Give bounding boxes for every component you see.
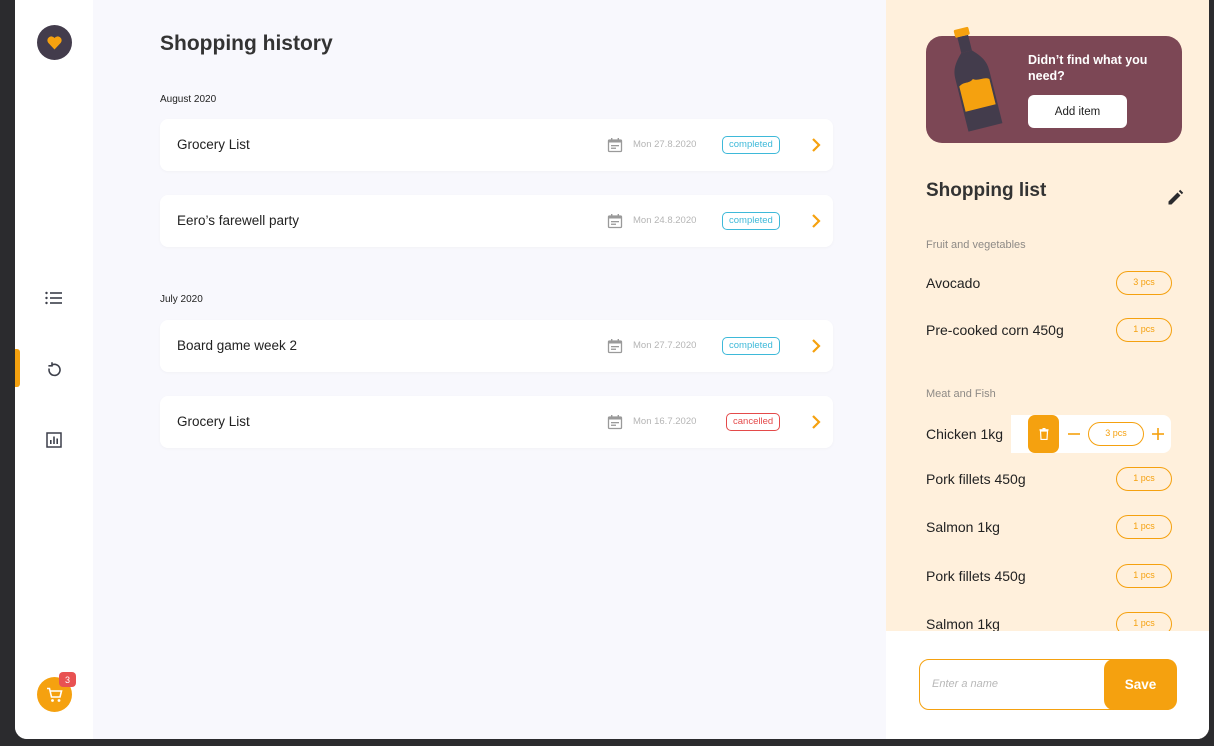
- quantity-pill[interactable]: 1 pcs: [1116, 467, 1172, 491]
- history-card[interactable]: Grocery List Mon 16.7.2020 cancelled: [160, 396, 833, 448]
- list-icon: [45, 291, 62, 305]
- history-card[interactable]: Board game week 2 Mon 27.7.2020 complete…: [160, 320, 833, 372]
- chevron-right-icon[interactable]: [808, 338, 824, 354]
- list-item[interactable]: Avocado 3 pcs: [926, 267, 1172, 299]
- history-card[interactable]: Eero’s farewell party Mon 24.8.2020 comp…: [160, 195, 833, 247]
- status-badge: completed: [722, 136, 780, 154]
- history-card[interactable]: Grocery List Mon 27.8.2020 completed: [160, 119, 833, 171]
- calendar-icon: [607, 415, 623, 430]
- decrease-quantity-button[interactable]: [1066, 424, 1082, 444]
- save-button[interactable]: Save: [1104, 658, 1177, 710]
- chevron-right-icon[interactable]: [808, 213, 824, 229]
- edit-pencil-icon[interactable]: [1166, 189, 1184, 207]
- heart-logo-icon[interactable]: [37, 22, 75, 60]
- item-name: Chicken 1kg: [926, 415, 1012, 453]
- quantity-pill[interactable]: 3 pcs: [1116, 271, 1172, 295]
- save-list-area: Save: [886, 631, 1209, 739]
- app-window: 3 Shopping history August 2020 Grocery L…: [15, 0, 1209, 739]
- quantity-pill[interactable]: 1 pcs: [1116, 612, 1172, 631]
- list-date: Mon 16.7.2020: [633, 416, 697, 427]
- list-name: Grocery List: [177, 137, 250, 152]
- list-item[interactable]: Pork fillets 450g 1 pcs: [926, 560, 1172, 592]
- shopping-list-title: Shopping list: [926, 180, 1047, 201]
- list-item[interactable]: Pork fillets 450g 1 pcs: [926, 463, 1172, 495]
- bottle-illustration-icon: [953, 26, 1003, 132]
- item-name: Salmon 1kg: [926, 616, 1000, 631]
- delete-item-button[interactable]: [1028, 415, 1059, 453]
- quantity-pill[interactable]: 1 pcs: [1116, 515, 1172, 539]
- trash-icon: [1039, 428, 1048, 440]
- add-item-promo: Didn’t find what you need? Add item: [926, 26, 1182, 143]
- chevron-right-icon[interactable]: [808, 137, 824, 153]
- history-icon: [48, 361, 61, 376]
- main-content: Shopping history August 2020 Grocery Lis…: [93, 0, 886, 739]
- calendar-icon: [607, 138, 623, 153]
- page-title: Shopping history: [160, 32, 333, 55]
- shopping-list-panel: Didn’t find what you need? Add item Shop…: [886, 0, 1209, 739]
- quantity-pill[interactable]: 1 pcs: [1116, 564, 1172, 588]
- list-name-field: Save: [919, 658, 1177, 710]
- nav-history-button[interactable]: [15, 349, 93, 389]
- cart-count-badge: 3: [59, 672, 76, 687]
- cart-icon: [47, 687, 63, 702]
- increase-quantity-button[interactable]: [1150, 424, 1166, 444]
- list-item[interactable]: Pre-cooked corn 450g 1 pcs: [926, 314, 1172, 346]
- chevron-right-icon[interactable]: [808, 414, 824, 430]
- category-label: Fruit and vegetables: [926, 239, 1026, 251]
- month-label: July 2020: [160, 294, 203, 305]
- calendar-icon: [607, 214, 623, 229]
- list-name: Eero’s farewell party: [177, 213, 300, 228]
- list-name-input[interactable]: [932, 660, 1102, 708]
- list-date: Mon 27.8.2020: [633, 139, 697, 150]
- nav-stats-button[interactable]: [15, 420, 93, 460]
- stats-icon: [46, 432, 62, 448]
- item-name: Pork fillets 450g: [926, 568, 1026, 584]
- item-name: Pork fillets 450g: [926, 471, 1026, 487]
- shopping-list-items[interactable]: Fruit and vegetables Avocado 3 pcs Pre-c…: [886, 225, 1209, 631]
- item-name: Avocado: [926, 275, 981, 291]
- quantity-pill[interactable]: 1 pcs: [1116, 318, 1172, 342]
- list-date: Mon 27.7.2020: [633, 340, 697, 351]
- list-item[interactable]: Salmon 1kg 1 pcs: [926, 608, 1172, 631]
- add-item-button[interactable]: Add item: [1028, 95, 1127, 128]
- list-name: Grocery List: [177, 414, 250, 429]
- item-name: Salmon 1kg: [926, 519, 1000, 535]
- list-item-editing[interactable]: Chicken 1kg 3 pcs: [926, 415, 1171, 453]
- month-label: August 2020: [160, 94, 217, 105]
- heart-icon: [47, 36, 62, 50]
- list-item[interactable]: Salmon 1kg 1 pcs: [926, 511, 1172, 543]
- calendar-icon: [607, 339, 623, 354]
- status-badge: completed: [722, 212, 780, 230]
- list-date: Mon 24.8.2020: [633, 215, 697, 226]
- status-badge: cancelled: [726, 413, 781, 431]
- sidebar: 3: [15, 0, 93, 739]
- sparkle-icon: [65, 22, 75, 32]
- item-name: Pre-cooked corn 450g: [926, 322, 1064, 338]
- status-badge: completed: [722, 337, 780, 355]
- quantity-pill[interactable]: 3 pcs: [1088, 422, 1144, 446]
- list-name: Board game week 2: [177, 338, 298, 353]
- category-label: Meat and Fish: [926, 388, 996, 400]
- promo-text: Didn’t find what you need?: [1028, 53, 1148, 83]
- nav-list-button[interactable]: [15, 278, 93, 318]
